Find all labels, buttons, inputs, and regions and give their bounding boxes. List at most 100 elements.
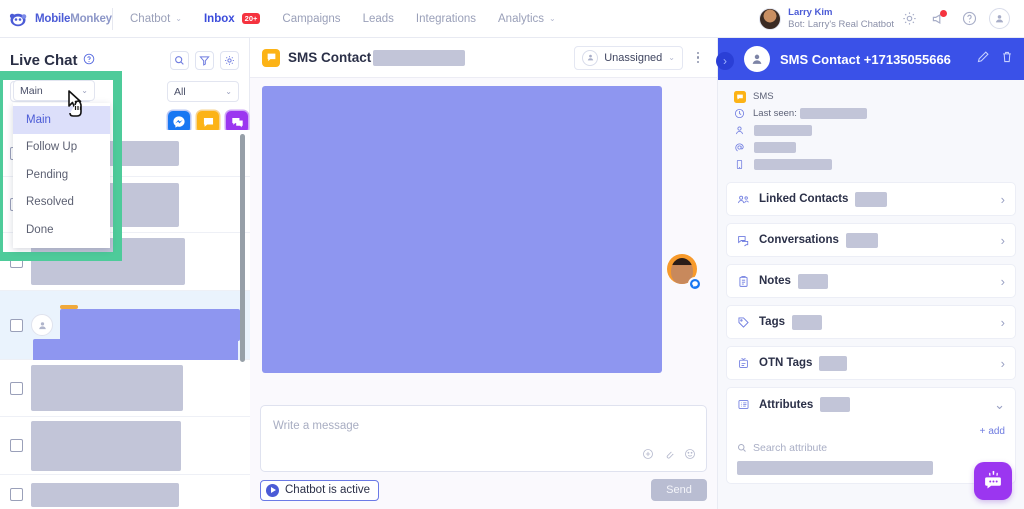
row-checkbox[interactable]	[10, 381, 23, 395]
chatbot-status-toggle[interactable]: Chatbot is active	[260, 479, 380, 501]
edit-icon[interactable]	[976, 50, 990, 69]
section-count-placeholder	[797, 273, 828, 289]
list-item-selected[interactable]	[0, 291, 250, 365]
section-count-placeholder	[792, 314, 822, 330]
gear-icon[interactable]	[894, 4, 924, 34]
section-label: Notes	[759, 275, 791, 287]
nav-label: Integrations	[415, 12, 477, 25]
contact-email-placeholder	[754, 142, 796, 153]
nav-item-leads[interactable]: Leads	[352, 0, 405, 38]
conversation-panel: SMS Contact Unassigned ⌄ Write a message	[250, 38, 717, 509]
section-count-placeholder	[855, 191, 888, 207]
chat-widget-button[interactable]	[974, 462, 1012, 500]
nav-item-integrations[interactable]: Integrations	[405, 0, 487, 38]
message-bubble-placeholder	[262, 86, 662, 373]
app-root: MobileMonkey Chatbot ⌄ Inbox 20+ Campaig…	[0, 0, 1024, 509]
last-seen-value-placeholder	[799, 108, 867, 119]
section-otn-tags[interactable]: OTN Tags ›	[726, 346, 1016, 380]
message-input[interactable]: Write a message	[260, 405, 707, 472]
user-info[interactable]: Larry Kim Bot: Larry's Real Chatbot	[788, 7, 894, 31]
chevron-right-icon: ›	[1000, 191, 1005, 207]
list-item[interactable]	[0, 417, 250, 475]
otn-tags-icon	[737, 357, 754, 370]
section-count-placeholder	[819, 355, 848, 371]
row-checkbox[interactable]	[10, 255, 23, 268]
nav-label: Leads	[362, 12, 394, 25]
last-seen-row: Last seen:	[726, 105, 1016, 122]
messenger-icon	[688, 277, 702, 291]
folder-dropdown-value: Main	[20, 84, 43, 97]
help-icon[interactable]	[954, 4, 984, 34]
user-bot-label: Bot: Larry's Real Chatbot	[788, 18, 894, 30]
nav-item-chatbot[interactable]: Chatbot ⌄	[119, 0, 193, 38]
list-item[interactable]	[0, 475, 250, 509]
channel-label: SMS	[753, 91, 774, 102]
contact-panel-header: › SMS Contact +17135055666	[716, 38, 1024, 80]
row-checkbox[interactable]	[10, 488, 23, 501]
attachment-icon[interactable]	[663, 447, 675, 465]
dropdown-option-done[interactable]: Done	[13, 216, 110, 244]
section-label: Conversations	[759, 234, 839, 246]
account-icon[interactable]	[984, 4, 1014, 34]
announcement-icon[interactable]	[924, 4, 954, 34]
page-title: Live Chat	[10, 52, 78, 69]
delete-icon[interactable]	[1000, 50, 1014, 69]
more-options-icon[interactable]	[687, 51, 709, 64]
nav-item-campaigns[interactable]: Campaigns	[271, 0, 351, 38]
section-tags[interactable]: Tags ›	[726, 305, 1016, 339]
assignee-value: Unassigned	[604, 51, 663, 64]
sms-icon	[262, 48, 280, 67]
avatar[interactable]	[759, 7, 782, 30]
nav-label: Chatbot	[130, 12, 171, 25]
nav-label: Campaigns	[282, 12, 341, 25]
last-seen-label: Last seen:	[753, 108, 797, 119]
dropdown-option-resolved[interactable]: Resolved	[13, 189, 110, 217]
chevron-down-icon: ⌄	[994, 396, 1005, 412]
dropdown-option-follow-up[interactable]: Follow Up	[13, 134, 110, 162]
row-placeholder	[31, 482, 179, 507]
nav-item-analytics[interactable]: Analytics ⌄	[487, 0, 567, 38]
conversations-icon	[737, 234, 754, 247]
row-checkbox[interactable]	[10, 439, 23, 452]
add-icon[interactable]	[642, 447, 654, 465]
contact-panel-title: SMS Contact +17135055666	[780, 51, 951, 67]
nav-label: Analytics	[498, 12, 545, 25]
section-conversations[interactable]: Conversations ›	[726, 223, 1016, 257]
brand-logo-area[interactable]: MobileMonkey	[0, 9, 112, 29]
collapse-panel-icon[interactable]: ›	[716, 52, 734, 70]
search-icon[interactable]	[170, 51, 189, 70]
search-attribute-input[interactable]: Search attribute	[737, 442, 1005, 454]
list-item[interactable]	[0, 360, 250, 417]
section-attributes[interactable]: Attributes ⌄	[726, 387, 1016, 421]
status-select[interactable]: All ⌄	[167, 81, 239, 102]
contact-title: SMS Contact	[288, 50, 372, 65]
dropdown-option-pending[interactable]: Pending	[13, 161, 110, 189]
phone-icon	[734, 159, 750, 170]
person-icon	[734, 125, 750, 136]
contact-details-panel: › SMS Contact +17135055666 SMS Last seen…	[716, 38, 1024, 509]
filter-icon[interactable]	[195, 51, 214, 70]
emoji-icon[interactable]	[684, 447, 696, 465]
assignee-select[interactable]: Unassigned ⌄	[574, 45, 683, 70]
contact-name-placeholder	[754, 125, 812, 136]
search-icon	[738, 444, 746, 452]
sms-icon	[734, 90, 750, 103]
nav-item-inbox[interactable]: Inbox 20+	[193, 0, 271, 38]
row-checkbox[interactable]	[10, 318, 23, 332]
message-composer: Write a message Chatbot is active Send	[250, 405, 717, 509]
attributes-body: + add Search attribute	[726, 421, 1016, 484]
row-placeholder	[31, 365, 183, 411]
contact-phone-row	[726, 156, 1016, 173]
add-attribute-button[interactable]: + add	[737, 426, 1005, 437]
add-attribute-label: add	[988, 426, 1005, 437]
section-notes[interactable]: Notes ›	[726, 264, 1016, 298]
plus-icon: +	[979, 426, 986, 437]
section-linked-contacts[interactable]: Linked Contacts ›	[726, 182, 1016, 216]
attributes-icon	[737, 398, 754, 411]
inbox-count-badge: 20+	[241, 13, 261, 24]
clock-icon	[734, 108, 750, 119]
help-icon[interactable]	[83, 52, 95, 70]
send-button[interactable]: Send	[651, 479, 707, 501]
gear-icon[interactable]	[220, 51, 239, 70]
sidebar-scrollbar[interactable]	[240, 134, 245, 362]
